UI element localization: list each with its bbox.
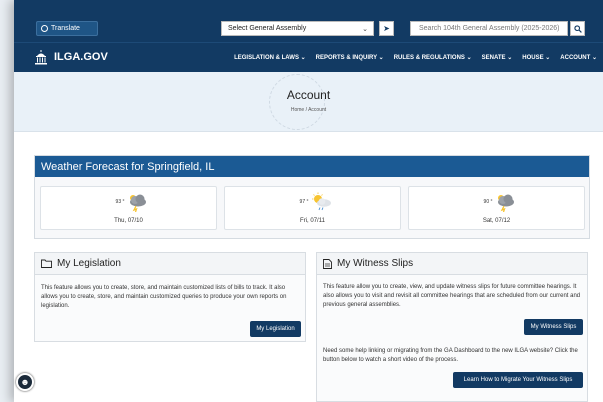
nav-item-rules[interactable]: RULES & REGULATIONS	[394, 54, 472, 61]
panel-description: This feature allow you to create, view, …	[323, 284, 581, 308]
forecast-day: 90 ° Sat, 07/12	[408, 186, 585, 230]
chevron-down-icon: ⌄	[362, 26, 368, 33]
folder-icon	[41, 259, 52, 268]
breadcrumb-home[interactable]: Home	[291, 107, 304, 113]
forecast-day: 93 ° Thu, 07/10	[40, 186, 217, 230]
panel-title: My Witness Slips	[337, 258, 414, 269]
forecast-date: Fri, 07/11	[300, 218, 325, 224]
storm-cloud-icon	[497, 194, 514, 212]
panel-description: This feature allows you to create, store…	[41, 285, 287, 309]
breadcrumb-separator: /	[305, 107, 307, 113]
migrate-witness-slips-button[interactable]: Learn How to Migrate Your Witness Slips	[453, 372, 583, 388]
nav-links: LEGISLATION & LAWS REPORTS & INQUIRY RUL…	[234, 54, 597, 61]
nav-item-legislation[interactable]: LEGISLATION & LAWS	[234, 54, 306, 61]
capitol-icon	[35, 50, 47, 65]
accessibility-icon[interactable]: ☻	[16, 373, 34, 391]
sun-rain-cloud-icon	[311, 192, 331, 211]
panel-title: My Legislation	[57, 258, 121, 269]
translate-button[interactable]: Translate	[36, 21, 98, 36]
nav-item-account[interactable]: ACCOUNT	[560, 54, 597, 61]
search-icon	[573, 24, 582, 33]
send-arrow-icon: ➤	[383, 24, 390, 33]
page-header: Account Home / Account	[14, 72, 603, 132]
panel-header: My Witness Slips	[317, 253, 587, 275]
assembly-select-value: Select General Assembly	[228, 25, 307, 32]
nav-item-senate[interactable]: SENATE	[482, 54, 513, 61]
go-button[interactable]: ➤	[379, 21, 394, 36]
search-placeholder: Search 104th General Assembly (2025-2026…	[419, 25, 560, 32]
weather-panel: Weather Forecast for Springfield, IL 93 …	[34, 155, 590, 239]
breadcrumb: Home / Account	[14, 107, 603, 113]
document-icon	[323, 258, 332, 269]
globe-icon	[41, 25, 48, 32]
breadcrumb-current: Account	[308, 107, 327, 113]
general-assembly-select[interactable]: Select General Assembly ⌄	[221, 21, 374, 36]
state-seal-watermark	[269, 74, 325, 130]
weather-title: Weather Forecast for Springfield, IL	[35, 156, 589, 177]
search-button[interactable]	[570, 21, 585, 36]
storm-cloud-icon	[129, 194, 146, 212]
my-legislation-panel: My Legislation This feature allows you t…	[34, 252, 306, 342]
forecast-temp: 97 °	[299, 199, 309, 205]
forecast-temp: 93 °	[115, 199, 125, 205]
forecast-date: Sat, 07/12	[482, 218, 511, 224]
page-title: Account	[286, 88, 331, 102]
translate-label: Translate	[51, 25, 80, 32]
search-input[interactable]: Search 104th General Assembly (2025-2026…	[410, 21, 568, 36]
forecast-temp: 90 °	[483, 199, 493, 205]
main-nav: ILGA.GOV LEGISLATION & LAWS REPORTS & IN…	[14, 42, 603, 72]
logo-text: ILGA.GOV	[54, 51, 108, 63]
site-logo[interactable]: ILGA.GOV	[34, 49, 108, 65]
migration-help-text: Need some help linking or migrating from…	[323, 348, 578, 363]
nav-item-house[interactable]: HOUSE	[522, 54, 550, 61]
page-frame: Translate Select General Assembly ⌄ ➤ Se…	[14, 0, 603, 402]
nav-item-reports[interactable]: REPORTS & INQUIRY	[316, 54, 384, 61]
forecast-day: 97 ° Fri, 07/11	[224, 186, 401, 230]
my-witness-slips-panel: My Witness Slips This feature allow you …	[316, 252, 588, 402]
my-legislation-button[interactable]: My Legislation	[250, 321, 301, 337]
panel-header: My Legislation	[35, 253, 305, 275]
my-witness-slips-button[interactable]: My Witness Slips	[524, 319, 583, 335]
utility-bar: Translate Select General Assembly ⌄ ➤ Se…	[14, 0, 603, 42]
forecast-date: Thu, 07/10	[114, 218, 143, 224]
